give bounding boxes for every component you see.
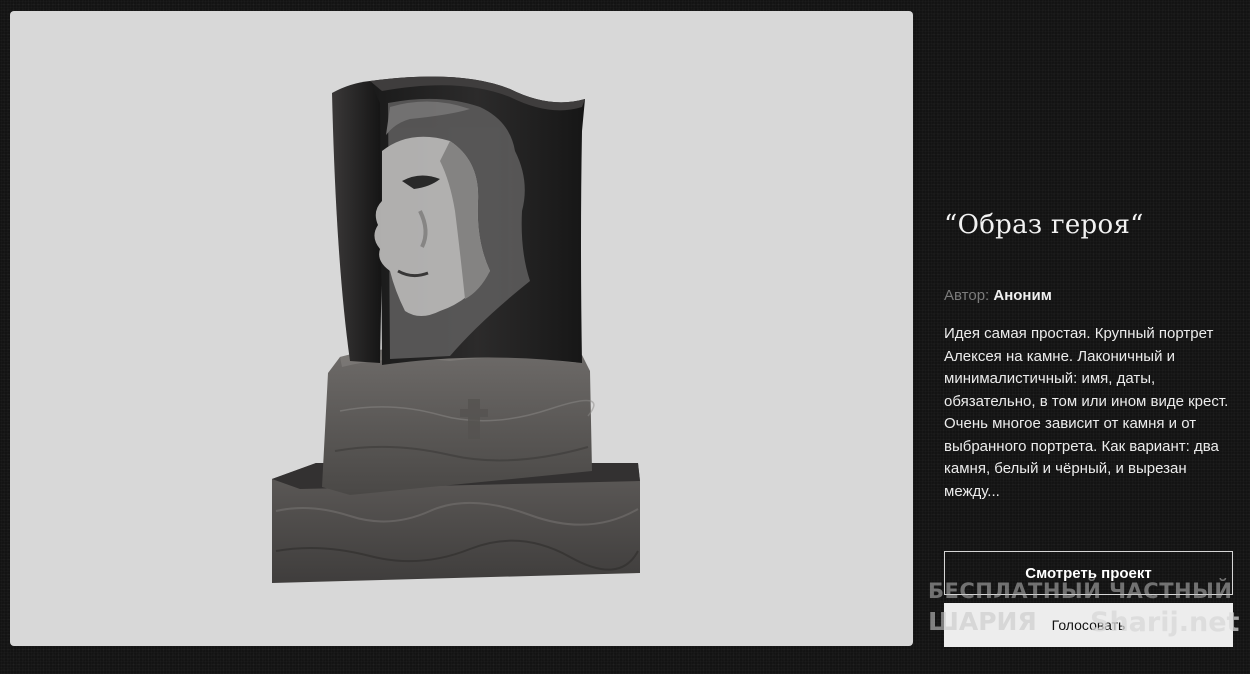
project-image[interactable] [10,11,913,646]
author-label: Автор: [944,287,990,304]
project-info: “Образ героя“ Автор: Аноним Идея самая п… [944,0,1234,674]
author-line: Автор: Аноним [944,287,1052,304]
project-description: Идея самая простая. Крупный портрет Алек… [944,325,1229,500]
project-title: “Образ героя“ [944,210,1144,240]
vote-button[interactable]: Голосовать [944,603,1233,647]
granite-slab [332,76,585,365]
rock-stand [322,347,595,495]
author-name: Аноним [993,287,1052,304]
monument-illustration [272,76,640,583]
view-project-button[interactable]: Смотреть проект [944,551,1233,595]
